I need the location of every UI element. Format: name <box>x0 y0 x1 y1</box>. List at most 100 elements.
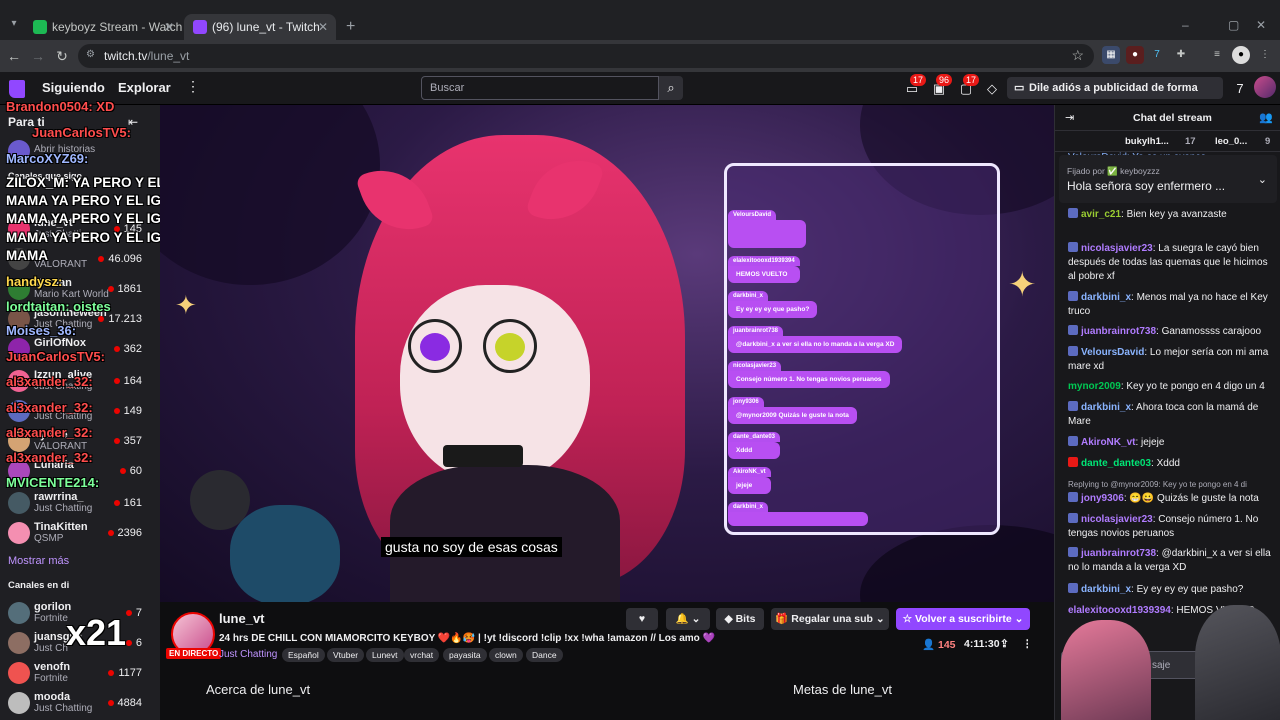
chat-user[interactable]: AkiroNK_vt <box>1081 437 1135 448</box>
glasses <box>483 319 537 373</box>
stream-tag[interactable]: Vtuber <box>327 648 365 662</box>
badge-icon <box>1068 547 1078 557</box>
chat-message: juanbrainrot738: @darkbini_x a ver si el… <box>1068 547 1274 575</box>
twitch-logo-icon[interactable] <box>9 80 25 98</box>
close-window-icon[interactable]: ✕ <box>1256 18 1266 32</box>
viewer-count: 149 <box>114 405 142 417</box>
minimize-icon[interactable]: – <box>1182 18 1189 32</box>
collapse-chat-icon[interactable]: ⇥ <box>1065 111 1074 124</box>
chat-user[interactable]: nicolasjavier23 <box>1081 243 1153 254</box>
extensions-puzzle-icon[interactable]: ✚ <box>1172 46 1190 64</box>
streamer-name[interactable]: lune_vt <box>219 611 265 626</box>
overlay-chat-line: handysz: <box>6 274 63 289</box>
new-tab-icon[interactable]: + <box>346 18 355 36</box>
search-icon[interactable]: ⌕ <box>659 76 683 100</box>
show-more-link[interactable]: Mostrar más <box>8 555 69 567</box>
chat-user[interactable]: darkbini_x <box>1081 292 1131 303</box>
subscribe-button[interactable]: ☆ Volver a suscribirte ⌄ <box>896 608 1030 630</box>
stream-tag[interactable]: Lunevt <box>366 648 404 662</box>
more-options-icon[interactable]: ⋮ <box>1022 638 1033 650</box>
gift-sub-button[interactable]: 🎁 Regalar una sub ⌄ <box>771 608 889 630</box>
user-avatar[interactable] <box>1254 76 1276 98</box>
chat-panel: ⇥ Chat del stream 👥 bukylh1... 17 leo_0.… <box>1054 105 1280 720</box>
stream-tag[interactable]: vrchat <box>404 648 440 662</box>
tab-search-icon[interactable]: ▾ <box>6 16 22 32</box>
more-menu-icon[interactable]: ⋮ <box>186 78 200 95</box>
extension-7tv-icon[interactable]: 7 <box>1232 81 1248 97</box>
follow-heart-icon[interactable]: ♥ <box>626 608 658 630</box>
browser-menu-icon[interactable]: ⋮ <box>1256 46 1274 64</box>
leaderboard[interactable]: bukylh1... 17 leo_0... 9 <box>1055 132 1280 152</box>
chat-user[interactable]: avir_c21 <box>1081 209 1121 220</box>
viewer-count: 2396 <box>108 527 142 539</box>
video-player[interactable]: ✦ ✦ ✦ VeloursDavid elalexitoooxd1939394 … <box>160 105 1054 602</box>
reload-icon[interactable]: ↻ <box>54 48 70 64</box>
extension-icon[interactable]: ▦ <box>1102 46 1120 64</box>
chat-message: nicolasjavier23: Consejo número 1. No te… <box>1068 513 1274 541</box>
pinned-text: Hola señora soy enfermero ... <box>1067 179 1226 193</box>
extension-icon[interactable]: 7 <box>1148 46 1166 64</box>
notifications-bell-icon[interactable]: 🔔 ⌄ <box>666 608 710 630</box>
profile-icon[interactable]: ● <box>1232 46 1250 64</box>
sidebar-channel[interactable]: TinaKitten QSMP 2396 <box>0 519 160 547</box>
browse-link[interactable]: Explorar <box>118 80 171 95</box>
chat-user[interactable]: jony9306 <box>1081 493 1124 504</box>
ad-free-button[interactable]: ▭ Dile adiós a publicidad de forma gratu… <box>1007 77 1223 116</box>
back-icon[interactable]: ← <box>6 48 22 64</box>
onscreen-chat-user: darkbini_x <box>728 502 769 512</box>
choker <box>443 445 523 467</box>
extension-icon[interactable]: ● <box>1126 46 1144 64</box>
chat-user[interactable]: elalexitoooxd1939394 <box>1068 605 1171 616</box>
sidebar-channel[interactable]: venofn Fortnite 1177 <box>0 659 160 687</box>
bits-button[interactable]: ◆ Bits <box>716 608 764 630</box>
viewer-count: 6 <box>126 637 142 649</box>
chat-user[interactable]: VeloursDavid <box>1081 347 1144 358</box>
overlay-chat-line: al3xander_32: <box>6 374 93 389</box>
close-tab-icon[interactable]: ✕ <box>318 14 328 40</box>
channel-game: QSMP <box>34 533 64 544</box>
chat-user[interactable]: darkbini_x <box>1081 584 1131 595</box>
bookmark-star-icon[interactable]: ☆ <box>1071 47 1084 64</box>
channel-name: mooda <box>34 691 71 703</box>
stream-tag[interactable]: payasita <box>443 648 487 662</box>
playlist-icon[interactable]: ≡ <box>1208 46 1226 64</box>
onscreen-chat-message: dante_dante03 Xddd <box>728 427 781 459</box>
stream-category[interactable]: Just Chatting <box>219 649 277 660</box>
overlay-chat-line: JuanCarlosTV5: <box>32 125 131 140</box>
chat-user[interactable]: juanbrainrot738 <box>1081 326 1156 337</box>
tab-lune-vt[interactable]: (96) lune_vt - Twitch ✕ <box>184 14 336 40</box>
close-tab-icon[interactable]: ✕ <box>164 14 174 40</box>
avatar <box>8 692 30 714</box>
chat-message: avir_c21: Bien key ya avanzaste <box>1068 208 1274 222</box>
chat-user[interactable]: darkbini_x <box>1081 402 1131 413</box>
search-input[interactable] <box>422 77 658 99</box>
chat-user[interactable]: juanbrainrot738 <box>1081 548 1156 559</box>
channel-name: TinaKitten <box>34 521 88 533</box>
tab-keyboyz[interactable]: keyboyz Stream - Watch Li ✕ <box>24 14 182 40</box>
following-link[interactable]: Siguiendo <box>42 80 105 95</box>
stream-tag[interactable]: Dance <box>526 648 563 662</box>
stream-title: 24 hrs DE CHILL CON MIAMORCITO KEYBOY ❤️… <box>219 633 716 644</box>
sidebar-channel[interactable]: rawrrina_ Just Chatting 161 <box>0 489 160 517</box>
maximize-icon[interactable]: ▢ <box>1228 18 1239 32</box>
forward-icon[interactable]: → <box>30 48 46 64</box>
drops-icon[interactable]: ◇ <box>984 81 1000 97</box>
site-info-icon[interactable]: ⚙ <box>86 49 100 63</box>
chat-user[interactable]: mynor2009 <box>1068 381 1121 392</box>
chat-user[interactable]: dante_dante03 <box>1081 458 1151 469</box>
sparkle-icon: ✦ <box>1008 266 1037 304</box>
chevron-down-icon[interactable]: ⌄ <box>1258 173 1267 186</box>
onscreen-chat-message: juanbrainrot738 @darkbini_x a ver si ell… <box>728 321 903 353</box>
badge-icon <box>1068 492 1078 502</box>
sidebar-channel[interactable]: mooda Just Chatting 4884 <box>0 689 160 717</box>
pinned-message[interactable]: Fijado por ✅ keyboyzzz Hola señora soy e… <box>1059 155 1277 203</box>
community-icon[interactable]: 👥 <box>1259 111 1273 124</box>
url-field[interactable]: ⚙ twitch.tv/lune_vt ☆ <box>78 44 1094 68</box>
viewer-count: 1861 <box>108 283 142 295</box>
viewer-count: 1177 <box>108 667 142 679</box>
stream-tag[interactable]: clown <box>489 648 523 662</box>
share-icon[interactable]: ⇪ <box>1000 638 1009 650</box>
stream-tag[interactable]: Español <box>282 648 325 662</box>
chat-user[interactable]: nicolasjavier23 <box>1081 514 1153 525</box>
onscreen-chat-message: darkbini_x Ey ey ey ey que pasho? <box>728 286 818 318</box>
